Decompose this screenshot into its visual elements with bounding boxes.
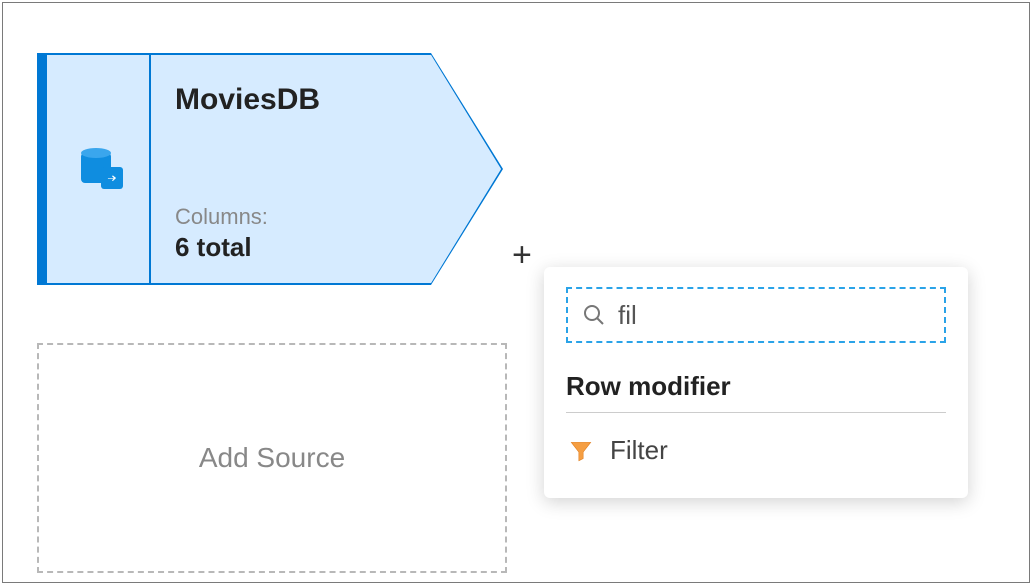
source-title: MoviesDB (175, 83, 407, 117)
search-input[interactable] (618, 300, 930, 331)
database-icon (81, 149, 121, 189)
menu-item-filter[interactable]: Filter (566, 431, 946, 470)
add-transformation-button[interactable]: + (512, 238, 532, 272)
source-output-arrow (431, 53, 503, 285)
columns-value: 6 total (175, 232, 407, 263)
search-box[interactable] (566, 287, 946, 343)
category-header: Row modifier (566, 371, 946, 413)
search-icon (582, 303, 606, 327)
columns-label: Columns: (175, 204, 407, 230)
source-icon-box (53, 53, 151, 285)
add-source-placeholder[interactable]: Add Source (37, 343, 507, 573)
menu-item-label: Filter (610, 435, 668, 466)
source-body: MoviesDB Columns: 6 total (151, 53, 431, 285)
source-node[interactable]: MoviesDB Columns: 6 total (37, 53, 503, 285)
transformation-popover: Row modifier Filter (544, 267, 968, 498)
funnel-icon (568, 438, 594, 464)
dataflow-canvas[interactable]: MoviesDB Columns: 6 total + Add Source (3, 3, 1029, 582)
plus-icon: + (512, 236, 532, 274)
source-drag-handle[interactable] (37, 53, 47, 285)
add-source-label: Add Source (199, 442, 345, 474)
